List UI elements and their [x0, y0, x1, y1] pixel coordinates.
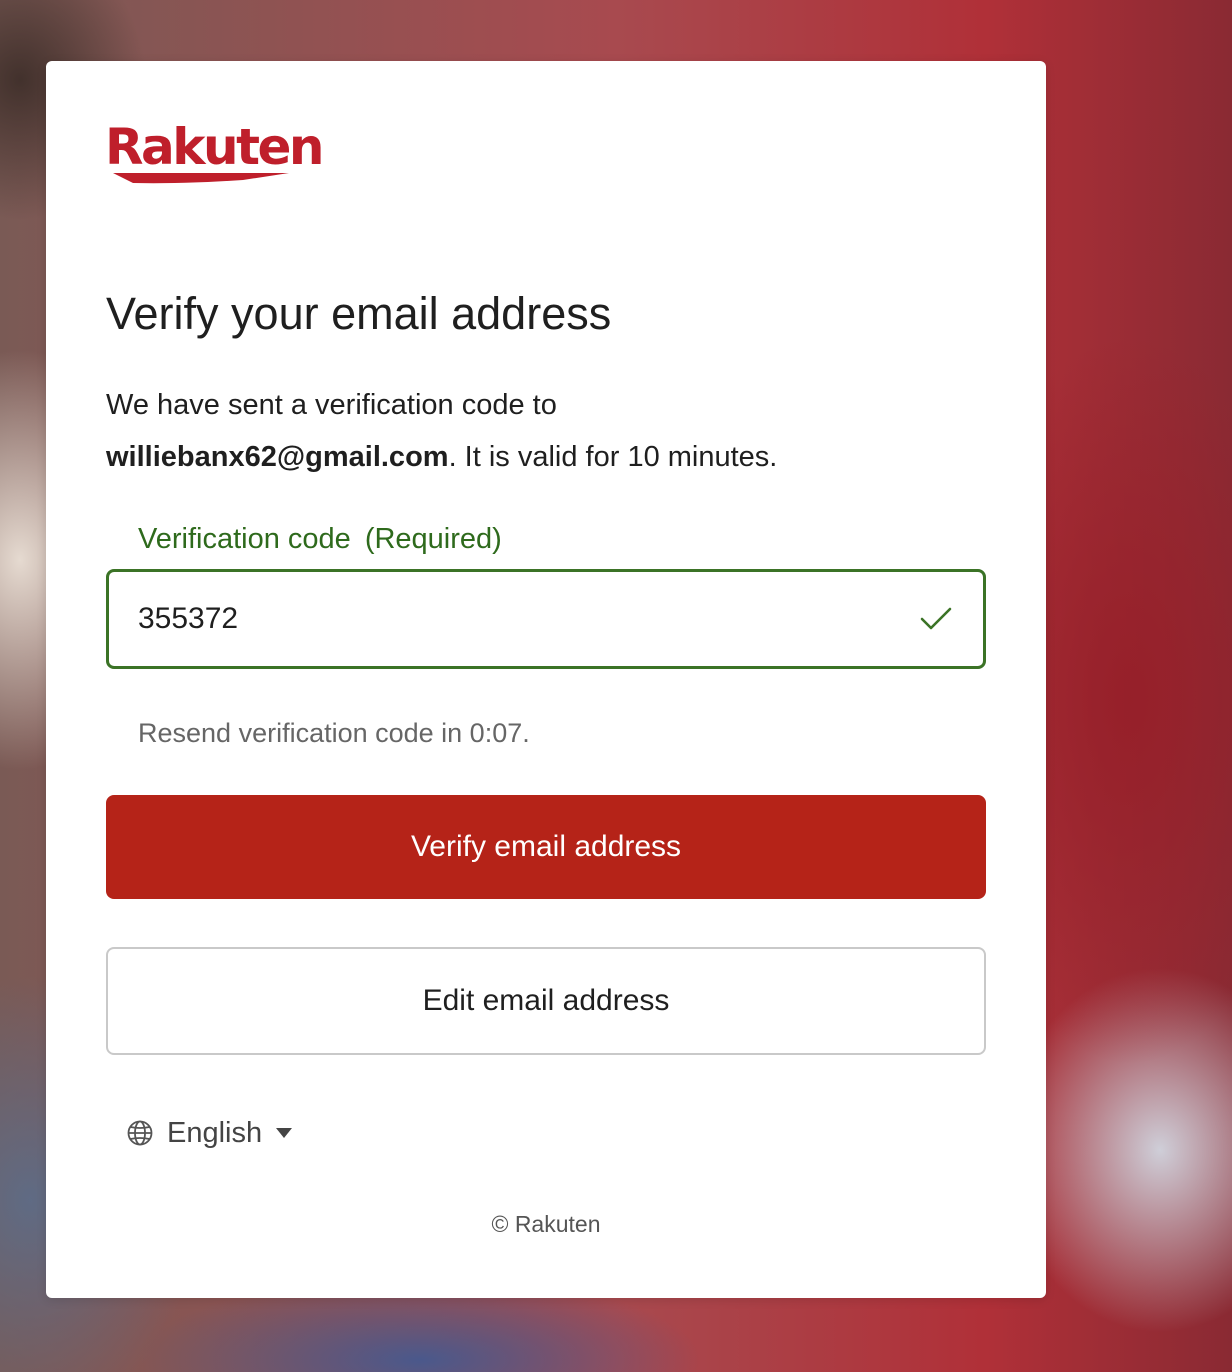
verification-code-label: Verification code (Required): [138, 517, 502, 561]
verify-email-button[interactable]: Verify email address: [106, 795, 986, 899]
globe-icon: [127, 1120, 153, 1146]
description-line-2: williebanx62@gmail.com. It is valid for …: [106, 431, 966, 483]
verification-code-input[interactable]: [138, 594, 898, 644]
resend-countdown: Resend verification code in 0:07.: [138, 718, 530, 748]
check-icon: [920, 607, 952, 630]
logo-wordmark: Rakuten: [105, 118, 325, 176]
validity-note: . It is valid for 10 minutes.: [448, 441, 778, 473]
page-title: Verify your email address: [106, 288, 612, 339]
field-label-text: Verification code: [138, 523, 351, 555]
edit-email-button[interactable]: Edit email address: [106, 947, 986, 1055]
recipient-email: williebanx62@gmail.com: [106, 441, 449, 473]
verification-description: We have sent a verification code to will…: [106, 379, 966, 483]
verification-card: Rakuten Verify your email address We hav…: [46, 61, 1046, 1298]
required-indicator: (Required): [364, 523, 502, 555]
logo-swoosh: [113, 173, 289, 184]
description-line-1: We have sent a verification code to: [106, 389, 557, 421]
language-selector[interactable]: English: [126, 1113, 293, 1153]
rakuten-logo: Rakuten: [105, 118, 325, 187]
language-label: English: [167, 1116, 263, 1149]
verification-code-field[interactable]: [106, 569, 986, 669]
copyright-notice: © Rakuten: [491, 1211, 601, 1237]
caret-down-icon: [276, 1128, 293, 1138]
